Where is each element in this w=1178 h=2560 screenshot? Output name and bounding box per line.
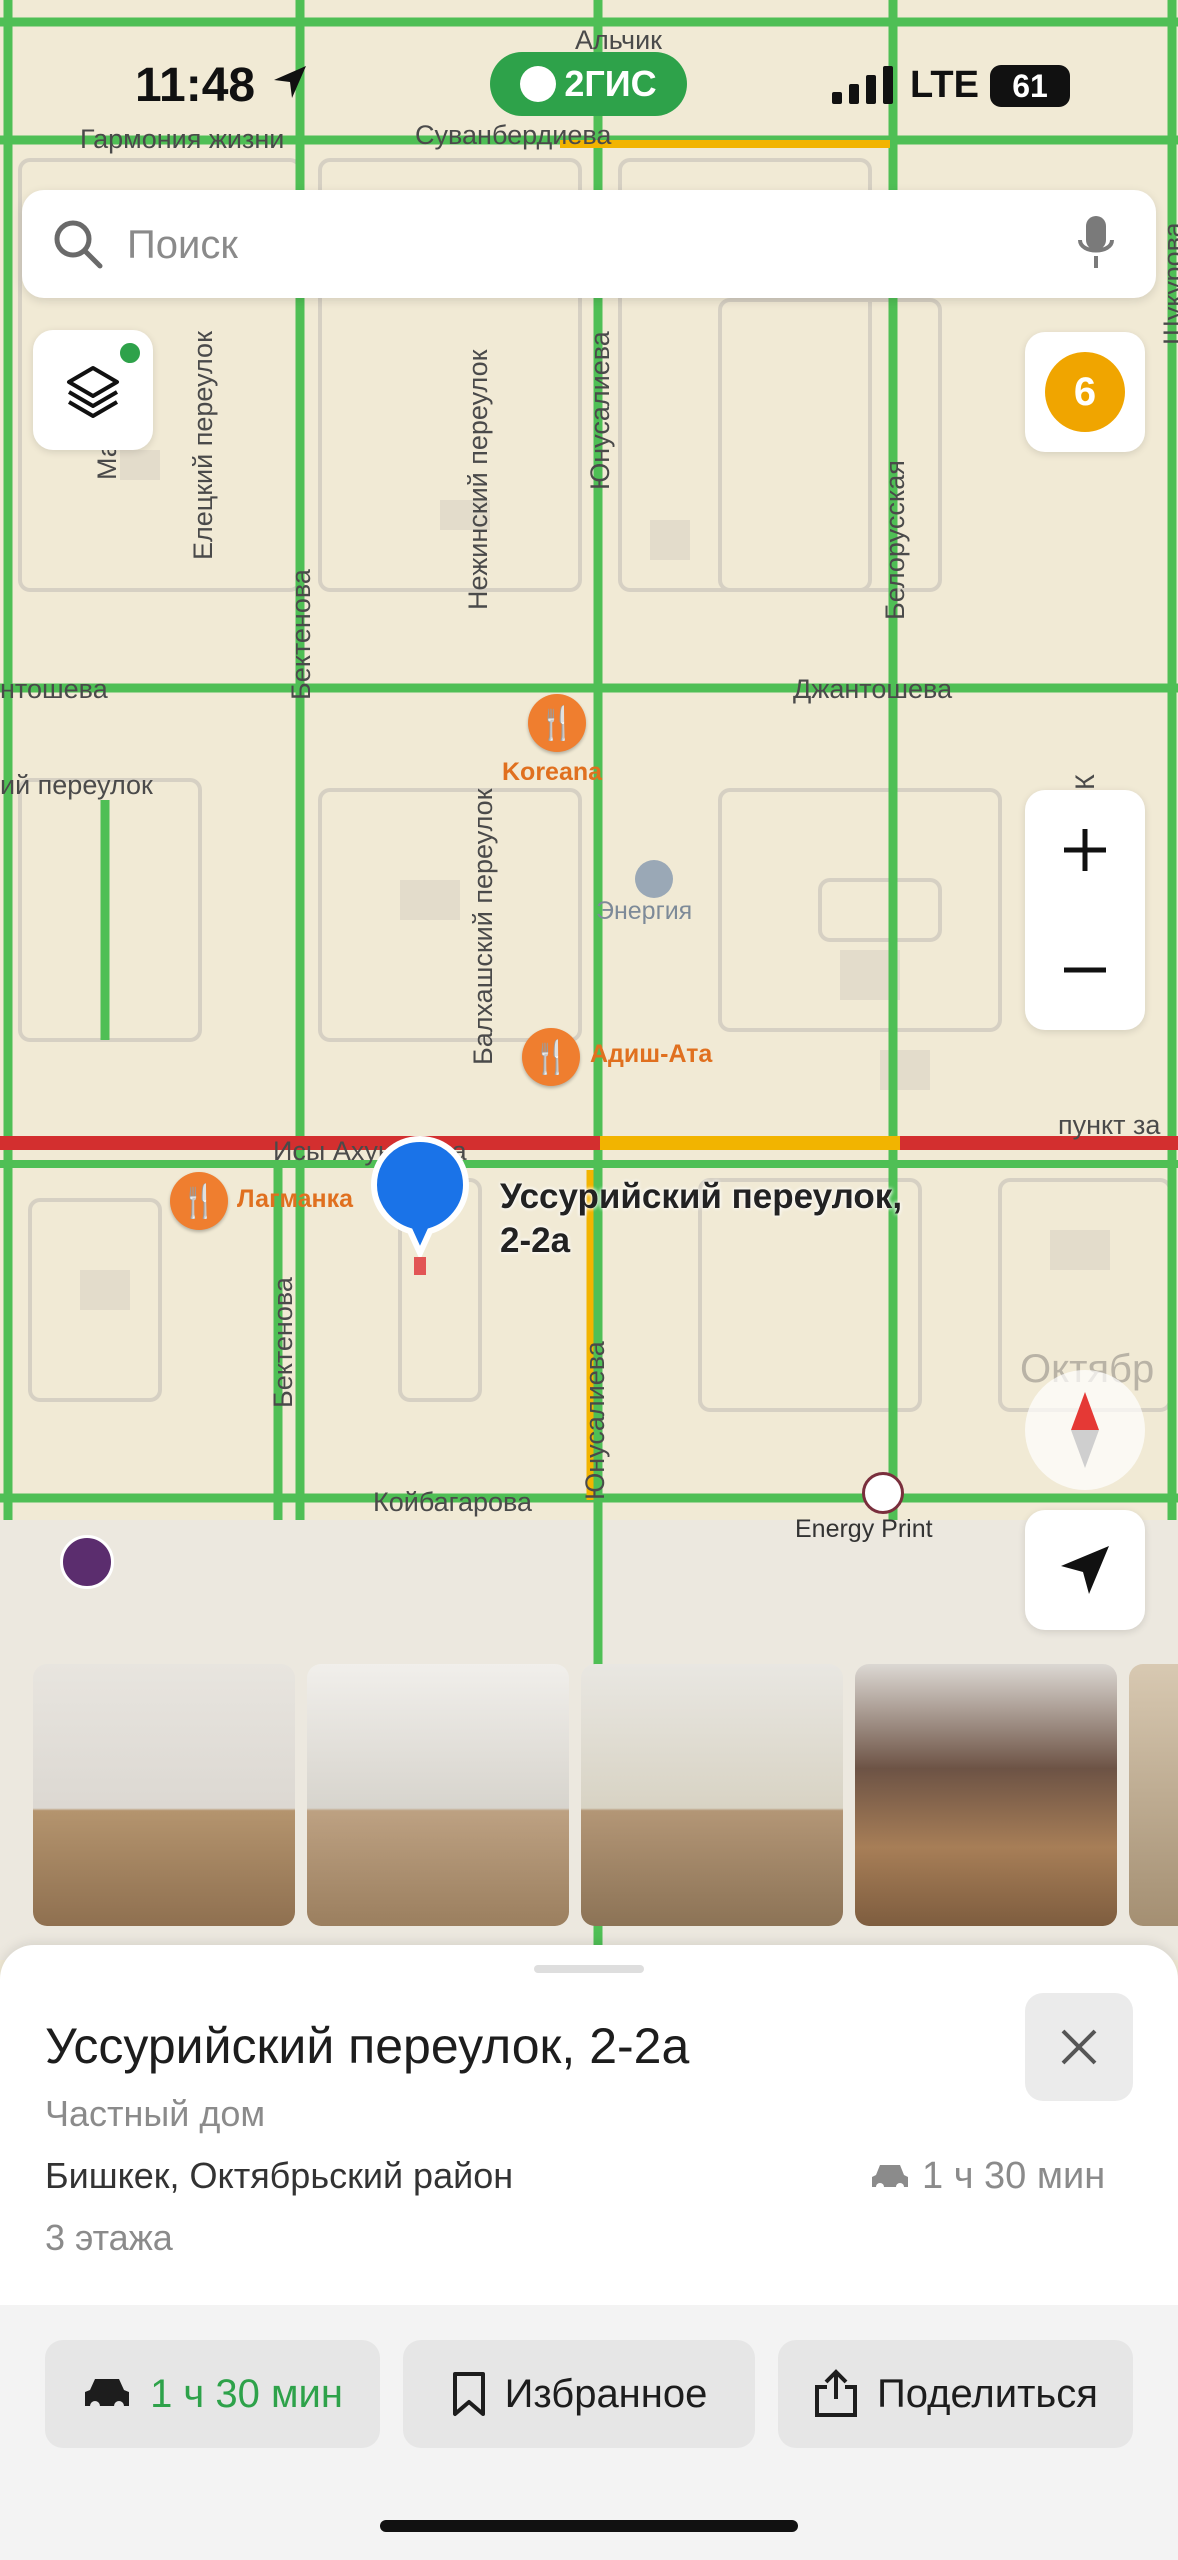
layers-count-button[interactable]: 6: [1025, 332, 1145, 452]
app-badge[interactable]: 2ГИС: [490, 52, 687, 116]
minus-icon: [1064, 967, 1106, 973]
street-label: Балхашский переулок: [468, 788, 498, 1066]
bookmark-icon: [452, 2372, 485, 2416]
bank-icon: [60, 1535, 114, 1589]
layers-active-dot: [117, 340, 143, 366]
place-title: Уссурийский переулок, 2-2а: [45, 2018, 690, 2074]
location-arrow-icon: [272, 64, 308, 105]
street-label: нтошева: [0, 674, 108, 704]
share-icon: [815, 2369, 858, 2417]
my-location-button[interactable]: [1025, 1510, 1145, 1630]
photo-thumbnail[interactable]: [581, 1664, 843, 1926]
photo-thumbnail[interactable]: [33, 1664, 295, 1926]
photo-thumbnail[interactable]: [307, 1664, 569, 1926]
sheet-grabber[interactable]: [534, 1965, 644, 1973]
restaurant-icon: 🍴: [528, 694, 586, 752]
compass-button[interactable]: [1025, 1370, 1145, 1490]
close-icon: [1061, 2029, 1097, 2065]
close-button[interactable]: [1025, 1993, 1133, 2101]
car-icon: [85, 2379, 130, 2411]
street-label: К: [1070, 774, 1100, 790]
place-type: Частный дом: [45, 2093, 266, 2134]
car-icon: [872, 2164, 908, 2191]
home-indicator[interactable]: [380, 2520, 798, 2532]
battery-icon: 61: [990, 65, 1070, 107]
navigation-arrow-icon: [1061, 1546, 1109, 1594]
photo-thumbnail[interactable]: [855, 1664, 1117, 1926]
layers-button[interactable]: [33, 330, 153, 450]
building-icon: [635, 860, 673, 898]
street-label: Койбагарова: [373, 1487, 533, 1517]
photo-thumbnail[interactable]: [1129, 1664, 1178, 1926]
place-address: Бишкек, Октябрьский район: [45, 2155, 514, 2196]
pin-label: Уссурийский переулок, 2-2а: [500, 1177, 903, 1260]
favorite-button[interactable]: Избранное: [403, 2340, 755, 2448]
signal-icon: [832, 66, 896, 109]
place-floors: 3 этажа: [45, 2217, 173, 2258]
place-card: Уссурийский переулок, 2-2а Частный дом Б…: [0, 1945, 1178, 2560]
clock: 11:48: [135, 59, 256, 112]
restaurant-icon: 🍴: [170, 1172, 228, 1230]
photo-gallery[interactable]: [33, 1664, 1178, 1926]
street-label: пункт за: [1058, 1110, 1161, 1140]
print-icon: [862, 1472, 904, 1514]
zoom-out-button[interactable]: [1025, 910, 1145, 1030]
street-label: Елецкий переулок: [188, 331, 218, 560]
street-label: ий переулок: [0, 770, 153, 800]
location-pin[interactable]: [370, 1135, 470, 1285]
status-bar: 11:48 2ГИС LTE 61: [0, 0, 1178, 160]
microphone-icon[interactable]: [1076, 214, 1116, 279]
zoom-in-button[interactable]: [1025, 790, 1145, 910]
search-icon: [52, 218, 104, 275]
network-type: LTE: [910, 64, 979, 106]
share-button[interactable]: Поделиться: [778, 2340, 1133, 2448]
eta: 1 ч 30 мин: [870, 2155, 1105, 2198]
street-label: Бектенова: [286, 569, 316, 700]
route-button[interactable]: 1 ч 30 мин: [45, 2340, 380, 2448]
search-bar[interactable]: [22, 190, 1156, 298]
plus-icon: [1064, 829, 1106, 871]
count-badge: 6: [1045, 352, 1125, 432]
restaurant-icon: 🍴: [522, 1028, 580, 1086]
compass-icon: [1071, 1392, 1099, 1468]
street-label: Белорусская: [880, 460, 910, 620]
street-label: Джантошева: [793, 674, 953, 704]
street-label: Юнусалиева: [585, 331, 615, 490]
street-label: Бектенова: [268, 1277, 298, 1408]
search-input[interactable]: [125, 214, 1029, 276]
layers-icon: [67, 366, 119, 418]
zoom-controls: [1025, 790, 1145, 1030]
dgis-logo-icon: [520, 66, 557, 102]
street-label: Нежинский переулок: [463, 349, 493, 610]
street-label: Шукурова: [1158, 222, 1178, 345]
street-label: Юнусалиева: [580, 1341, 610, 1500]
